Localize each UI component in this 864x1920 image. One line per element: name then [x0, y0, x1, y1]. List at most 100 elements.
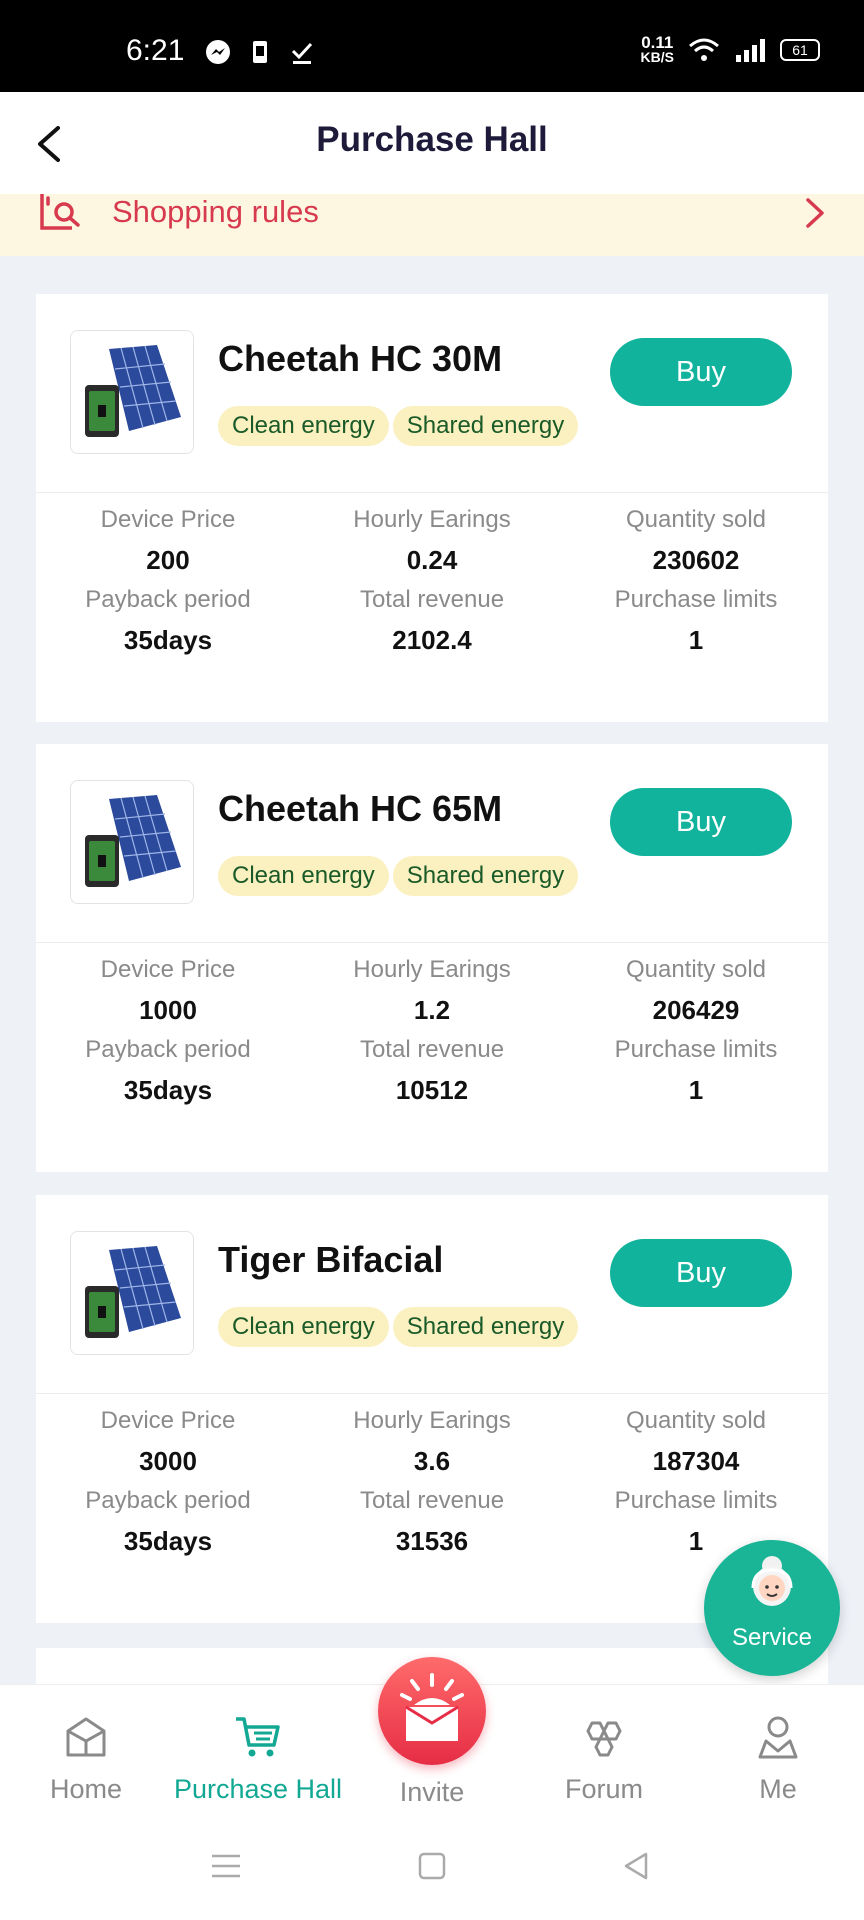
rules-search-icon — [40, 194, 80, 230]
cart-icon — [236, 1717, 280, 1757]
service-label: Service — [731, 1624, 813, 1651]
shopping-rules-bar[interactable]: Shopping rules — [0, 194, 864, 256]
stats-col-3: Quantity sold 187304 Purchase limits 1 — [564, 1405, 828, 1565]
stats-col-1: Device Price 1000 Payback period 35days — [36, 954, 300, 1114]
buy-button[interactable]: Buy — [610, 788, 792, 856]
forum-icon — [586, 1721, 622, 1757]
tab-forum[interactable]: Forum — [518, 1711, 690, 1805]
buy-button[interactable]: Buy — [610, 1239, 792, 1307]
product-image — [70, 1231, 194, 1355]
device-price-value: 200 — [146, 545, 190, 575]
product-tag: Shared energy — [392, 1307, 579, 1347]
product-tags: Clean energy Shared energy — [218, 1307, 579, 1347]
battery-indicator: 61 — [780, 39, 820, 61]
product-tag: Clean energy — [218, 1307, 389, 1347]
page-title: Purchase Hall — [316, 120, 548, 159]
stats-col-2: Hourly Earings 3.6 Total revenue 31536 — [300, 1405, 564, 1565]
card-divider — [36, 1393, 828, 1394]
payback-period-value: 35days — [123, 625, 213, 655]
device-price-label: Device Price — [100, 1407, 236, 1434]
messenger-icon — [206, 40, 230, 64]
stats-col-3: Quantity sold 206429 Purchase limits 1 — [564, 954, 828, 1114]
total-revenue-value: 31536 — [395, 1526, 469, 1556]
product-card-1: Cheetah HC 30M Clean energy Shared energy… — [36, 294, 828, 722]
hourly-earnings-value: 3.6 — [413, 1446, 451, 1476]
total-revenue-value: 2102.4 — [392, 625, 472, 655]
tab-home[interactable]: Home — [0, 1711, 172, 1805]
status-bar: 6:21 0.11 KB/S 61 — [0, 0, 864, 92]
home-icon — [66, 1717, 106, 1757]
product-tag: Clean energy — [218, 856, 389, 896]
support-agent-icon — [751, 1556, 793, 1606]
status-time: 6:21 — [126, 34, 185, 67]
stats-col-1: Device Price 200 Payback period 35days — [36, 504, 300, 664]
stats-col-3: Quantity sold 230602 Purchase limits 1 — [564, 504, 828, 664]
hourly-earnings-label: Hourly Earings — [353, 956, 511, 983]
device-price-label: Device Price — [100, 506, 236, 533]
purchase-limits-label: Purchase limits — [614, 586, 778, 613]
stats-col-2: Hourly Earings 1.2 Total revenue 10512 — [300, 954, 564, 1114]
device-price-value: 1000 — [139, 995, 197, 1025]
wifi-icon — [689, 38, 719, 61]
buy-button[interactable]: Buy — [610, 338, 792, 406]
purchase-limits-value: 1 — [688, 1075, 704, 1105]
home-nav-icon[interactable] — [416, 1850, 448, 1887]
purchase-limits-value: 1 — [688, 625, 704, 655]
product-card-3: Tiger Bifacial Clean energy Shared energy… — [36, 1195, 828, 1623]
product-image — [70, 780, 194, 904]
stats-col-1: Device Price 3000 Payback period 35days — [36, 1405, 300, 1565]
tab-me[interactable]: Me — [692, 1711, 864, 1805]
hourly-earnings-value: 1.2 — [413, 995, 451, 1025]
product-name: Cheetah HC 30M — [218, 338, 503, 379]
card-divider — [36, 492, 828, 493]
quantity-sold-value: 187304 — [652, 1446, 740, 1476]
recents-nav-icon[interactable] — [210, 1850, 242, 1887]
chevron-right-icon — [806, 198, 824, 228]
service-button[interactable]: Service — [704, 1540, 840, 1676]
hourly-earnings-label: Hourly Earings — [353, 506, 511, 533]
download-done-icon — [291, 42, 313, 64]
system-navigation-bar — [0, 1826, 864, 1920]
purchase-limits-label: Purchase limits — [614, 1487, 778, 1514]
tab-invite-label[interactable]: Invite — [352, 1777, 512, 1808]
stats-col-2: Hourly Earings 0.24 Total revenue 2102.4 — [300, 504, 564, 664]
product-name: Cheetah HC 65M — [218, 788, 503, 829]
quantity-sold-value: 206429 — [652, 995, 740, 1025]
payback-period-label: Payback period — [85, 1487, 251, 1514]
quantity-sold-value: 230602 — [652, 545, 740, 575]
hourly-earnings-label: Hourly Earings — [353, 1407, 511, 1434]
person-icon — [758, 1716, 798, 1759]
invite-button[interactable] — [378, 1657, 486, 1765]
device-price-label: Device Price — [100, 956, 236, 983]
product-tags: Clean energy Shared energy — [218, 856, 579, 896]
net-speed: 0.11 KB/S — [640, 33, 674, 65]
card-divider — [36, 942, 828, 943]
hourly-earnings-value: 0.24 — [406, 545, 458, 575]
tab-purchase-hall[interactable]: Purchase Hall — [172, 1711, 344, 1805]
payback-period-value: 35days — [123, 1075, 213, 1105]
back-nav-icon[interactable] — [620, 1850, 652, 1887]
bottom-tab-bar: Home Purchase Hall Invite Forum Me — [0, 1657, 864, 1826]
gift-icon — [400, 1673, 464, 1741]
product-name: Tiger Bifacial — [218, 1239, 444, 1280]
product-tag: Clean energy — [218, 406, 389, 446]
product-tags: Clean energy Shared energy — [218, 406, 579, 446]
header: Purchase Hall — [0, 92, 864, 194]
payback-period-label: Payback period — [85, 586, 251, 613]
total-revenue-label: Total revenue — [359, 586, 505, 613]
product-image — [70, 330, 194, 454]
product-card-2: Cheetah HC 65M Clean energy Shared energy… — [36, 744, 828, 1172]
purchase-limits-label: Purchase limits — [614, 1036, 778, 1063]
product-tag: Shared energy — [392, 856, 579, 896]
total-revenue-label: Total revenue — [359, 1036, 505, 1063]
quantity-sold-label: Quantity sold — [625, 956, 767, 983]
quantity-sold-label: Quantity sold — [625, 1407, 767, 1434]
payback-period-label: Payback period — [85, 1036, 251, 1063]
total-revenue-label: Total revenue — [359, 1487, 505, 1514]
total-revenue-value: 10512 — [395, 1075, 469, 1105]
device-price-value: 3000 — [139, 1446, 197, 1476]
signal-icon — [736, 39, 765, 62]
quantity-sold-label: Quantity sold — [625, 506, 767, 533]
payback-period-value: 35days — [123, 1526, 213, 1556]
sim-icon — [253, 41, 267, 63]
